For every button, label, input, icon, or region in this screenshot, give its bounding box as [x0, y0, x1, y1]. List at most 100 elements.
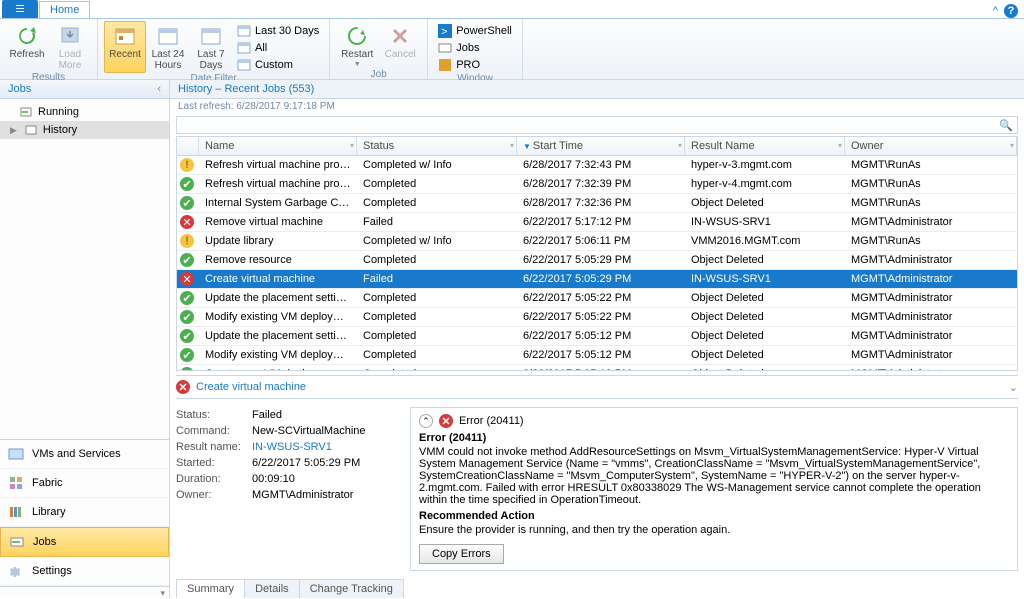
cell-start-time: 6/22/2017 5:05:29 PM [517, 252, 685, 268]
table-row[interactable]: !Update libraryCompleted w/ Info6/22/201… [177, 232, 1017, 251]
cell-name: Remove virtual machine [199, 214, 357, 230]
last-30-days-button[interactable]: Last 30 Days [233, 23, 323, 39]
help-icon[interactable]: ? [1004, 4, 1018, 18]
prop-value[interactable]: IN-WSUS-SRV1 [252, 441, 396, 453]
last-24-hours-button[interactable]: Last 24 Hours [147, 21, 189, 73]
recent-button[interactable]: Recent [104, 21, 146, 73]
nav-running[interactable]: Running [0, 103, 169, 121]
prop-label: Command: [176, 425, 246, 437]
nav-fabric[interactable]: Fabric [0, 469, 169, 498]
nav-library[interactable]: Library [0, 498, 169, 527]
prop-label: Duration: [176, 473, 246, 485]
cell-start-time: 6/28/2017 7:32:39 PM [517, 176, 685, 192]
jobs-button[interactable]: Jobs [434, 40, 516, 56]
custom-button[interactable]: Custom [233, 57, 323, 73]
copy-errors-button[interactable]: Copy Errors [419, 544, 504, 564]
cell-result-name: IN-WSUS-SRV1 [685, 214, 845, 230]
table-row[interactable]: ✔Internal System Garbage CollectionCompl… [177, 194, 1017, 213]
jobs-icon [438, 41, 452, 55]
status-icon: ! [177, 156, 199, 174]
pro-icon [438, 58, 452, 72]
nav-vms-and-services[interactable]: VMs and Services [0, 440, 169, 469]
prop-label: Status: [176, 409, 246, 421]
powershell-button[interactable]: >PowerShell [434, 23, 516, 39]
ribbon: Refresh Load More Results Recent Last 24… [0, 18, 1024, 80]
detail-collapse-icon[interactable]: ⌄ [1009, 381, 1018, 394]
collapse-icon[interactable]: ‹ [157, 83, 161, 95]
search-icon[interactable]: 🔍 [999, 119, 1013, 132]
cell-owner: MGMT\RunAs [845, 233, 1017, 249]
table-row[interactable]: !Refresh virtual machine propertiesCompl… [177, 156, 1017, 175]
calendar-icon [237, 58, 251, 72]
cell-name: Modify existing VM deployment configu... [199, 309, 357, 325]
error-icon: ✕ [176, 380, 190, 394]
cell-owner: MGMT\Administrator [845, 309, 1017, 325]
prop-value: 6/22/2017 5:05:29 PM [252, 457, 396, 469]
pro-button[interactable]: PRO [434, 57, 516, 73]
cell-start-time: 6/22/2017 5:05:29 PM [517, 271, 685, 287]
detail-tab-change-tracking[interactable]: Change Tracking [299, 579, 404, 598]
collapse-up-icon[interactable]: ⌃ [419, 414, 433, 428]
status-icon: ✔ [177, 251, 199, 269]
table-row[interactable]: ✕Create virtual machineFailed6/22/2017 5… [177, 270, 1017, 289]
svg-text:>: > [441, 26, 447, 38]
cell-result-name: hyper-v-3.mgmt.com [685, 157, 845, 173]
table-row[interactable]: ✔Create new VM deployment configurationC… [177, 365, 1017, 370]
table-row[interactable]: ✔Refresh virtual machine propertiesCompl… [177, 175, 1017, 194]
all-button[interactable]: All [233, 40, 323, 56]
refresh-button[interactable]: Refresh [6, 21, 48, 72]
status-icon: ✔ [177, 175, 199, 193]
cell-name: Update the placement settings of a VM... [199, 328, 357, 344]
refresh-icon [15, 24, 39, 48]
app-menu-button[interactable] [2, 0, 38, 18]
nav-settings[interactable]: Settings [0, 557, 169, 586]
filter-dropdown-icon: ▾ [510, 141, 514, 150]
load-more-button[interactable]: Load More [49, 21, 91, 72]
cell-status: Completed [357, 309, 517, 325]
cell-result-name: VMM2016.MGMT.com [685, 233, 845, 249]
col-owner[interactable]: Owner▾ [845, 137, 1017, 155]
prop-value: New-SCVirtualMachine [252, 425, 396, 437]
cell-result-name: Object Deleted [685, 195, 845, 211]
cell-result-name: Object Deleted [685, 347, 845, 363]
cell-owner: MGMT\Administrator [845, 271, 1017, 287]
nav-jobs[interactable]: Jobs [0, 527, 169, 557]
table-row[interactable]: ✔Update the placement settings of a VM..… [177, 327, 1017, 346]
search-input[interactable] [181, 119, 999, 131]
table-row[interactable]: ✔Modify existing VM deployment configu..… [177, 308, 1017, 327]
table-row[interactable]: ✕Remove virtual machineFailed6/22/2017 5… [177, 213, 1017, 232]
cancel-button[interactable]: Cancel [379, 21, 421, 69]
last-7-days-button[interactable]: Last 7 Days [190, 21, 232, 73]
col-result-name[interactable]: Result Name▾ [685, 137, 845, 155]
table-row[interactable]: ✔Update the placement settings of a VM..… [177, 289, 1017, 308]
col-status[interactable]: Status▾ [357, 137, 517, 155]
filter-dropdown-icon: ▾ [1010, 141, 1014, 150]
ribbon-collapse-icon[interactable]: ^ [993, 5, 998, 17]
jobs-grid: Name▾ Status▾ ▼Start Time▾ Result Name▾ … [176, 136, 1018, 371]
detail-tab-summary[interactable]: Summary [176, 579, 245, 598]
cell-start-time: 6/22/2017 5:05:10 PM [517, 366, 685, 370]
calendar-icon [113, 24, 137, 48]
error-icon: ✕ [439, 414, 453, 428]
search-box[interactable]: 🔍 [176, 116, 1018, 134]
cell-start-time: 6/22/2017 5:05:22 PM [517, 290, 685, 306]
cell-status: Completed [357, 176, 517, 192]
restart-button[interactable]: Restart▼ [336, 21, 378, 69]
cell-owner: MGMT\RunAs [845, 157, 1017, 173]
cell-result-name: Object Deleted [685, 366, 845, 370]
nav-overflow[interactable]: ▾ [0, 586, 169, 598]
error-title: Error (20411) [419, 432, 1009, 444]
table-row[interactable]: ✔Modify existing VM deployment configu..… [177, 346, 1017, 365]
nav-history[interactable]: ▶History [0, 121, 169, 139]
tab-home[interactable]: Home [39, 1, 90, 18]
error-code: Error (20411) [459, 415, 524, 427]
status-icon: ✔ [177, 327, 199, 345]
status-icon: ✔ [177, 346, 199, 364]
col-name[interactable]: Name▾ [199, 137, 357, 155]
grid-body[interactable]: !Refresh virtual machine propertiesCompl… [177, 156, 1017, 370]
table-row[interactable]: ✔Remove resourceCompleted6/22/2017 5:05:… [177, 251, 1017, 270]
cell-owner: MGMT\Administrator [845, 347, 1017, 363]
detail-tab-details[interactable]: Details [244, 579, 300, 598]
vms-icon [8, 446, 24, 462]
col-start-time[interactable]: ▼Start Time▾ [517, 137, 685, 155]
